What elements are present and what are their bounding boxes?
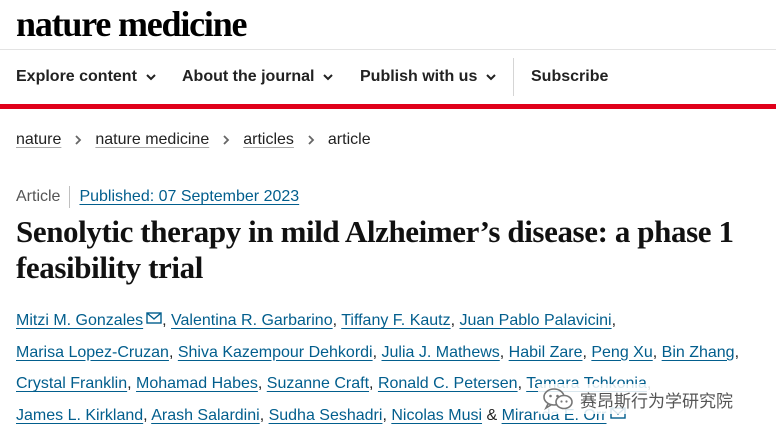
author-link[interactable]: Ronald C. Petersen [378, 375, 518, 392]
breadcrumb-article: article [327, 131, 371, 148]
wechat-icon [543, 388, 573, 411]
nav-accent-bar [0, 104, 776, 109]
author-link[interactable]: Crystal Franklin [16, 375, 127, 392]
nav-subscribe[interactable]: Subscribe [531, 50, 608, 104]
author-link[interactable]: Suzanne Craft [267, 375, 369, 392]
nav-explore-content[interactable]: Explore content [16, 50, 157, 104]
nav-publish-with-us[interactable]: Publish with us [360, 50, 497, 104]
chevron-right-icon [223, 135, 230, 145]
author-link[interactable]: Valentina R. Garbarino [171, 312, 333, 329]
meta-divider [69, 186, 71, 208]
author-link[interactable]: Peng Xu [591, 344, 652, 361]
nature-medicine-logo[interactable]: nature medicine [16, 2, 248, 46]
author-link[interactable]: Tiffany F. Kautz [341, 312, 450, 329]
author-link[interactable]: Mohamad Habes [136, 375, 258, 392]
main-nav: Explore content About the journal Publis… [0, 50, 776, 104]
article-type: Article [16, 188, 61, 205]
nav-explore-content-label: Explore content [16, 68, 137, 85]
author-link[interactable]: Mitzi M. Gonzales [16, 312, 143, 329]
article-meta: Article Published: 07 September 2023 [16, 185, 299, 209]
nav-separator [513, 58, 514, 96]
author-link[interactable]: Shiva Kazempour Dehkordi [178, 344, 373, 361]
breadcrumb: nature nature medicine articles article [16, 128, 371, 152]
chevron-right-icon [75, 135, 82, 145]
author-link[interactable]: Marisa Lopez-Cruzan [16, 344, 169, 361]
author-separator: & [486, 406, 498, 424]
article-title: Senolytic therapy in mild Alzheimer’s di… [16, 214, 734, 285]
breadcrumb-nature[interactable]: nature [16, 131, 61, 149]
author-link[interactable]: Habil Zare [509, 344, 583, 361]
chevron-down-icon [323, 74, 334, 81]
author-link[interactable]: James L. Kirkland [16, 407, 143, 424]
author-link[interactable]: Nicolas Musi [391, 407, 482, 424]
author-link[interactable]: Juan Pablo Palavicini [460, 312, 612, 329]
breadcrumb-articles[interactable]: articles [243, 131, 294, 149]
chevron-down-icon [146, 74, 156, 81]
nav-publish-with-us-label: Publish with us [360, 68, 478, 85]
watermark-text: 赛昂斯行为学研究院 [580, 391, 733, 412]
breadcrumb-nature-medicine[interactable]: nature medicine [95, 131, 209, 149]
nav-about-journal[interactable]: About the journal [182, 50, 334, 104]
watermark: 赛昂斯行为学研究院 [538, 384, 739, 414]
chevron-down-icon [486, 74, 497, 81]
chevron-right-icon [308, 135, 315, 145]
published-date-link[interactable]: Published: 07 September 2023 [79, 188, 299, 206]
mail-icon[interactable] [146, 312, 162, 324]
nav-subscribe-label: Subscribe [531, 68, 609, 85]
author-link[interactable]: Arash Salardini [151, 407, 260, 424]
author-link[interactable]: Julia J. Mathews [382, 344, 500, 361]
nav-about-journal-label: About the journal [182, 68, 315, 85]
author-link[interactable]: Sudha Seshadri [269, 407, 383, 424]
author-link[interactable]: Bin Zhang [662, 344, 735, 361]
